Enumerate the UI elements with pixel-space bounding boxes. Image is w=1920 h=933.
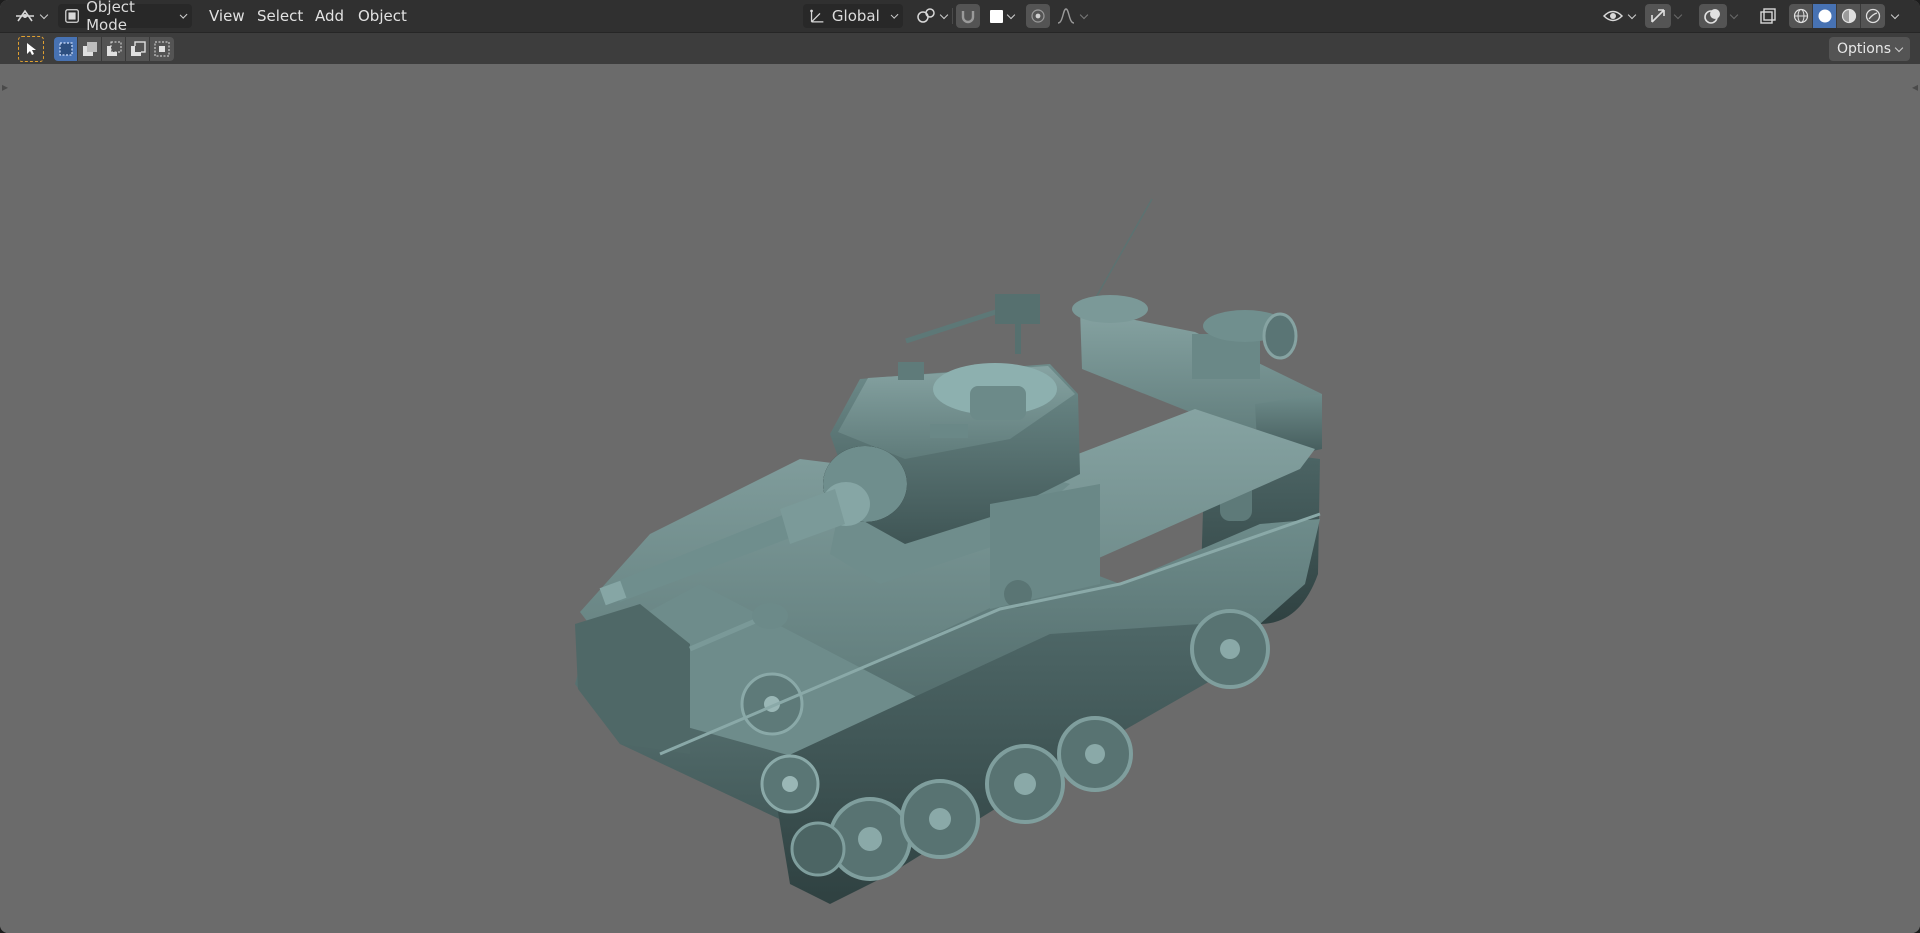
snap-target-icon [990,9,1003,23]
overlay-dropdown[interactable] [1729,4,1745,28]
tool-settings-bar: Options [0,32,1920,64]
selection-mode-group [54,37,174,61]
periscope [898,362,924,380]
falloff-dropdown[interactable] [1052,4,1090,28]
select-subtract-icon [106,41,121,56]
solid-sphere-icon [1818,9,1831,23]
snap-target-dropdown[interactable] [982,4,1020,28]
select-box-tool-icon [27,43,36,55]
snap-toggle[interactable] [956,4,980,28]
gizmo-dropdown[interactable] [1673,4,1689,28]
chevron-down-icon [1673,10,1683,19]
chevron-down-icon [1890,10,1900,19]
xray-toggle[interactable] [1755,4,1781,28]
chevron-down-icon [1894,43,1904,52]
shading-material-preview-button[interactable] [1837,4,1861,28]
pivot-point-dropdown[interactable] [912,4,949,28]
select-box-tool-button[interactable] [18,36,44,62]
exhaust-pipe [1262,312,1298,360]
select-invert-icon [130,41,146,56]
menu-select[interactable]: Select [249,4,311,28]
select-extend-icon [82,42,97,56]
xray-icon [1760,8,1776,24]
fuel-drum [1072,295,1148,323]
editor-type-icon [16,9,34,22]
selection-mode-invert[interactable] [126,37,150,61]
turret-machine-gun [905,306,1006,344]
menu-view[interactable]: View [201,4,253,28]
chevron-down-icon [179,10,188,19]
header-separator [952,8,953,24]
shading-solid-button[interactable] [1813,4,1837,28]
viewport-header: Object Mode View Select Add Object Globa… [0,0,1920,34]
wireframe-sphere-icon [1793,8,1808,24]
shading-dropdown[interactable] [1889,4,1909,28]
overlay-icon [1704,9,1720,24]
tank-model[interactable] [0,64,1920,933]
selection-mode-intersect[interactable] [150,37,174,61]
eye-icon [1602,10,1624,22]
blender-3d-viewport-window: Object Mode View Select Add Object Globa… [0,0,1920,933]
sprocket-hub [782,776,798,792]
gizmo-icon [1651,9,1665,23]
gizmo-toggle[interactable] [1645,4,1671,28]
magnet-icon [961,11,975,24]
3d-viewport[interactable]: ▸ ◂ [0,64,1920,933]
transform-orientation-label: Global [831,7,880,25]
mode-label: Object Mode [86,0,135,34]
transform-orientation-dropdown[interactable]: Global [803,4,903,28]
visibility-dropdown[interactable] [1600,4,1638,28]
chevron-down-icon [1079,10,1089,19]
viewport-shading-group [1789,4,1885,28]
turret-hatch [970,386,1026,420]
bow-gun-ball-mount [752,603,788,629]
chevron-down-icon [39,10,49,19]
chevron-down-icon [1729,10,1739,19]
object-mode-dropdown[interactable]: Object Mode [58,0,192,34]
vision-block [930,424,968,438]
material-preview-sphere-icon [1841,8,1856,24]
shading-wireframe-button[interactable] [1789,4,1813,28]
falloff-curve-icon [1057,8,1075,24]
chevron-down-icon [939,10,949,19]
menu-add[interactable]: Add [307,4,352,28]
shading-rendered-button[interactable] [1861,4,1885,28]
selection-mode-extend[interactable] [78,37,102,61]
proportional-edit-icon [1031,9,1045,23]
chevron-down-icon [1006,10,1016,19]
options-dropdown[interactable]: Options [1828,37,1910,61]
select-intersect-icon [154,41,170,57]
select-set-icon [58,42,73,56]
chevron-down-icon [890,10,899,19]
machine-gun-mount [995,294,1040,324]
pivot-point-icon [917,8,935,23]
object-mode-icon [65,9,79,23]
proportional-edit-toggle[interactable] [1026,4,1050,28]
options-label: Options [1836,41,1891,57]
editor-type-dropdown[interactable] [10,4,50,28]
selection-mode-set[interactable] [54,37,78,61]
chevron-down-icon [1627,10,1637,19]
selection-mode-subtract[interactable] [102,37,126,61]
overlay-toggle[interactable] [1699,4,1727,28]
rendered-sphere-icon [1865,8,1881,24]
transform-orientation-icon [810,9,824,23]
menu-object[interactable]: Object [350,4,415,28]
